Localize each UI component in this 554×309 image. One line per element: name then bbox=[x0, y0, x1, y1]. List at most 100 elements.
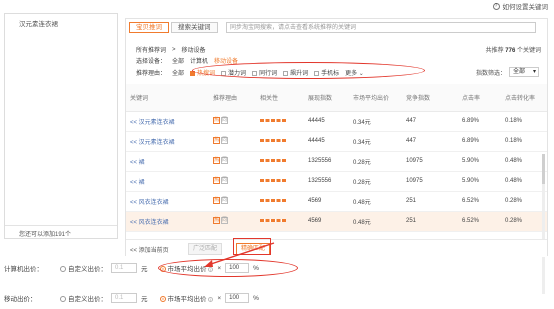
remaining-count: 您还可以添加191个 bbox=[5, 225, 117, 238]
row-cvr: 0.28% bbox=[501, 191, 547, 212]
relevance-bar-icon bbox=[260, 158, 286, 162]
col-competition[interactable]: 竞争指数 bbox=[402, 84, 458, 112]
peer-tag-icon: 同 bbox=[221, 137, 228, 145]
col-impressions[interactable]: 展现指数 bbox=[304, 84, 349, 112]
help-link[interactable]: ? 如何设置关键词 bbox=[492, 1, 549, 11]
breadcrumb-root[interactable]: 所有推荐词 bbox=[136, 45, 166, 54]
row-relevance bbox=[256, 151, 304, 172]
row-ctr: 6.52% bbox=[458, 211, 501, 232]
row-competition: 447 bbox=[402, 131, 458, 152]
peer-tag-icon: 同 bbox=[221, 117, 228, 125]
row-avg-bid: 0.28元 bbox=[349, 171, 402, 192]
pc-custom-option[interactable]: 自定义出价： bbox=[60, 263, 107, 273]
tab-search-keyword[interactable]: 搜索关键词 bbox=[171, 22, 218, 33]
row-impressions: 1325556 bbox=[304, 171, 349, 192]
row-competition: 10975 bbox=[402, 151, 458, 172]
device-option-pc[interactable]: 计算机 bbox=[190, 56, 208, 65]
row-reason: 热同 bbox=[209, 151, 256, 172]
device-filter: 选择设备： 全部 计算机 移动设备 bbox=[136, 56, 238, 65]
row-cvr: 0.18% bbox=[501, 111, 547, 132]
row-avg-bid: 0.28元 bbox=[349, 151, 402, 172]
row-relevance bbox=[256, 211, 304, 232]
row-relevance bbox=[256, 171, 304, 192]
hot-tag-icon: 热 bbox=[213, 117, 220, 125]
reason-label: 推荐理由： bbox=[136, 71, 167, 77]
row-cvr: 0.48% bbox=[501, 151, 547, 172]
device-label: 选择设备： bbox=[136, 59, 167, 65]
row-keyword[interactable]: << 裙 bbox=[126, 171, 209, 192]
col-avg-bid[interactable]: 市场平均出价 bbox=[349, 84, 402, 112]
col-cvr[interactable]: 点击转化率 bbox=[501, 84, 547, 112]
row-keyword[interactable]: << 风衣连衣裙 bbox=[126, 191, 209, 212]
hot-tag-icon: 热 bbox=[213, 197, 220, 205]
keyword-table: 关键词 推荐理由 相关性 展现指数 市场平均出价 竞争指数 点击率 点击转化率 … bbox=[126, 84, 547, 294]
mobile-bid-row: 移动出价： 自定义出价： 0.1 元 市场平均出价 i × 100 % bbox=[4, 293, 259, 303]
row-avg-bid: 0.48元 bbox=[349, 211, 402, 232]
row-keyword[interactable]: << 汉元素连衣裙 bbox=[126, 111, 209, 132]
table-row[interactable]: << 风衣连衣裙 热同 4569 0.48元 251 6.52% 0.28% bbox=[126, 211, 547, 232]
index-filter: 指数筛选： 全部 bbox=[476, 67, 539, 77]
reason-option-all[interactable]: 全部 bbox=[172, 68, 184, 77]
selected-keywords-panel: 汉元素连衣裙 您还可以添加191个 bbox=[4, 13, 118, 239]
selected-keyword[interactable]: 汉元素连衣裙 bbox=[19, 18, 58, 28]
info-icon: i bbox=[208, 297, 214, 302]
row-reason: 热同 bbox=[209, 131, 256, 152]
pc-custom-input[interactable]: 0.1 bbox=[111, 263, 137, 273]
row-keyword[interactable]: << 汉元素连衣裙 bbox=[126, 131, 209, 152]
col-ctr[interactable]: 点击率 bbox=[458, 84, 501, 112]
col-reason: 推荐理由 bbox=[209, 84, 256, 112]
table-row[interactable]: << 汉元素连衣裙 热同 44445 0.34元 447 6.89% 0.18% bbox=[126, 131, 547, 152]
row-impressions: 4569 bbox=[304, 211, 349, 232]
radio-icon[interactable] bbox=[60, 296, 66, 303]
pc-bid-label: 计算机出价： bbox=[4, 266, 43, 273]
col-keyword[interactable]: 关键词 bbox=[126, 84, 209, 112]
row-competition: 251 bbox=[402, 211, 458, 232]
relevance-bar-icon bbox=[260, 178, 286, 182]
row-keyword[interactable]: << 风衣连衣裙 bbox=[126, 211, 209, 232]
add-current-page-button[interactable]: << 添加当前页 bbox=[130, 245, 169, 254]
row-ctr: 6.89% bbox=[458, 131, 501, 152]
breadcrumb: 所有推荐词 > 移动设备 bbox=[136, 45, 206, 55]
row-relevance bbox=[256, 191, 304, 212]
hot-tag-icon: 热 bbox=[213, 177, 220, 185]
radio-icon[interactable] bbox=[159, 296, 166, 303]
tab-item-recommend[interactable]: 宝贝推词 bbox=[129, 22, 169, 33]
row-cvr: 0.18% bbox=[501, 131, 547, 152]
relevance-bar-icon bbox=[260, 118, 286, 122]
highlight-annotation bbox=[192, 62, 425, 79]
device-option-all[interactable]: 全部 bbox=[172, 56, 184, 65]
mobile-custom-option[interactable]: 自定义出价： bbox=[60, 293, 107, 303]
hot-tag-icon: 热 bbox=[213, 137, 220, 145]
mobile-custom-input[interactable]: 0.1 bbox=[111, 293, 137, 303]
table-header: 关键词 推荐理由 相关性 展现指数 市场平均出价 竞争指数 点击率 点击转化率 bbox=[126, 84, 547, 112]
table-row[interactable]: << 裙 热同 1325556 0.28元 10975 5.90% 0.48% bbox=[126, 171, 547, 192]
table-row[interactable]: << 风衣连衣裙 热同 4569 0.48元 251 6.52% 0.28% bbox=[126, 191, 547, 212]
mobile-market-option[interactable]: 市场平均出价 i bbox=[159, 293, 214, 303]
table-row[interactable]: << 裙 热同 1325556 0.28元 10975 5.90% 0.48% bbox=[126, 151, 547, 172]
relevance-bar-icon bbox=[260, 218, 286, 222]
hot-tag-icon: 热 bbox=[213, 217, 220, 225]
row-impressions: 4569 bbox=[304, 191, 349, 212]
row-avg-bid: 0.48元 bbox=[349, 191, 402, 212]
table-scrollbar[interactable] bbox=[542, 154, 545, 294]
mobile-percent-input[interactable]: 100 bbox=[225, 293, 250, 303]
index-filter-select[interactable]: 全部 bbox=[509, 67, 539, 77]
row-ctr: 6.52% bbox=[458, 191, 501, 212]
peer-tag-icon: 同 bbox=[221, 177, 228, 185]
row-keyword[interactable]: << 裙 bbox=[126, 151, 209, 172]
keyword-search-input[interactable]: 同步淘宝网搜索，请点击查看系统推荐的关键词 bbox=[226, 22, 536, 33]
relevance-bar-icon bbox=[260, 198, 286, 202]
table-row[interactable]: << 汉元素连衣裙 热同 44445 0.34元 447 6.89% 0.18% bbox=[126, 111, 547, 132]
row-relevance bbox=[256, 131, 304, 152]
col-relevance[interactable]: 相关性 bbox=[256, 84, 304, 112]
help-label: 如何设置关键词 bbox=[502, 4, 549, 11]
row-competition: 251 bbox=[402, 191, 458, 212]
row-competition: 10975 bbox=[402, 171, 458, 192]
row-cvr: 0.48% bbox=[501, 171, 547, 192]
peer-tag-icon: 同 bbox=[221, 217, 228, 225]
row-relevance bbox=[256, 111, 304, 132]
recommend-panel: 宝贝推词 搜索关键词 同步淘宝网搜索，请点击查看系统推荐的关键词 所有推荐词 >… bbox=[125, 18, 548, 294]
pc-bid-highlight bbox=[158, 259, 298, 277]
row-ctr: 5.90% bbox=[458, 171, 501, 192]
radio-icon[interactable] bbox=[60, 266, 66, 273]
